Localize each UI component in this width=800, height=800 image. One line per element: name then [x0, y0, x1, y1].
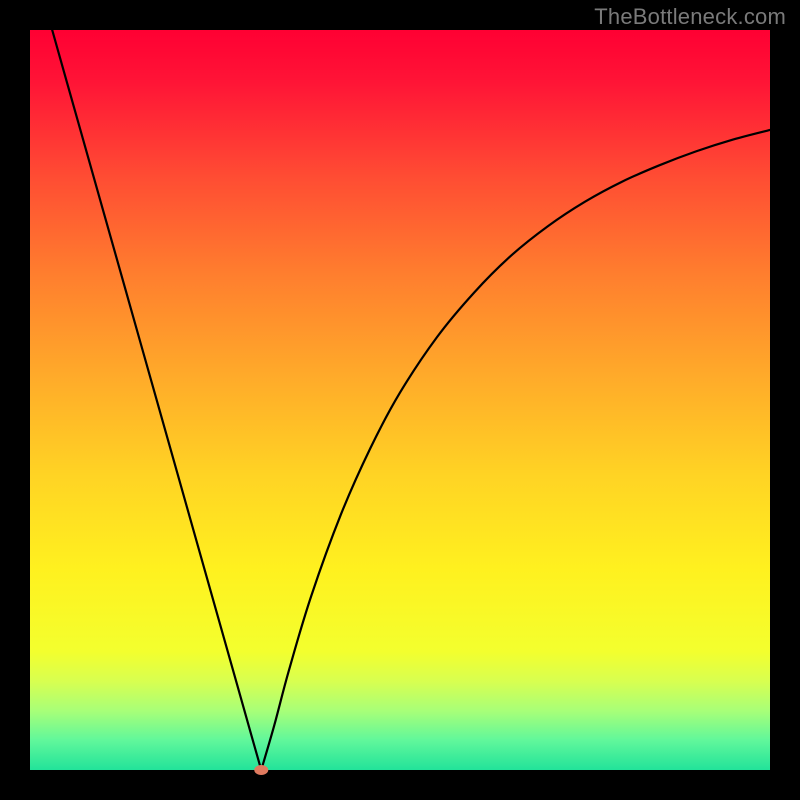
bottleneck-chart	[0, 0, 800, 800]
plot-background	[30, 30, 770, 770]
watermark-text: TheBottleneck.com	[594, 4, 786, 30]
bottleneck-marker	[254, 765, 268, 775]
chart-container: TheBottleneck.com	[0, 0, 800, 800]
